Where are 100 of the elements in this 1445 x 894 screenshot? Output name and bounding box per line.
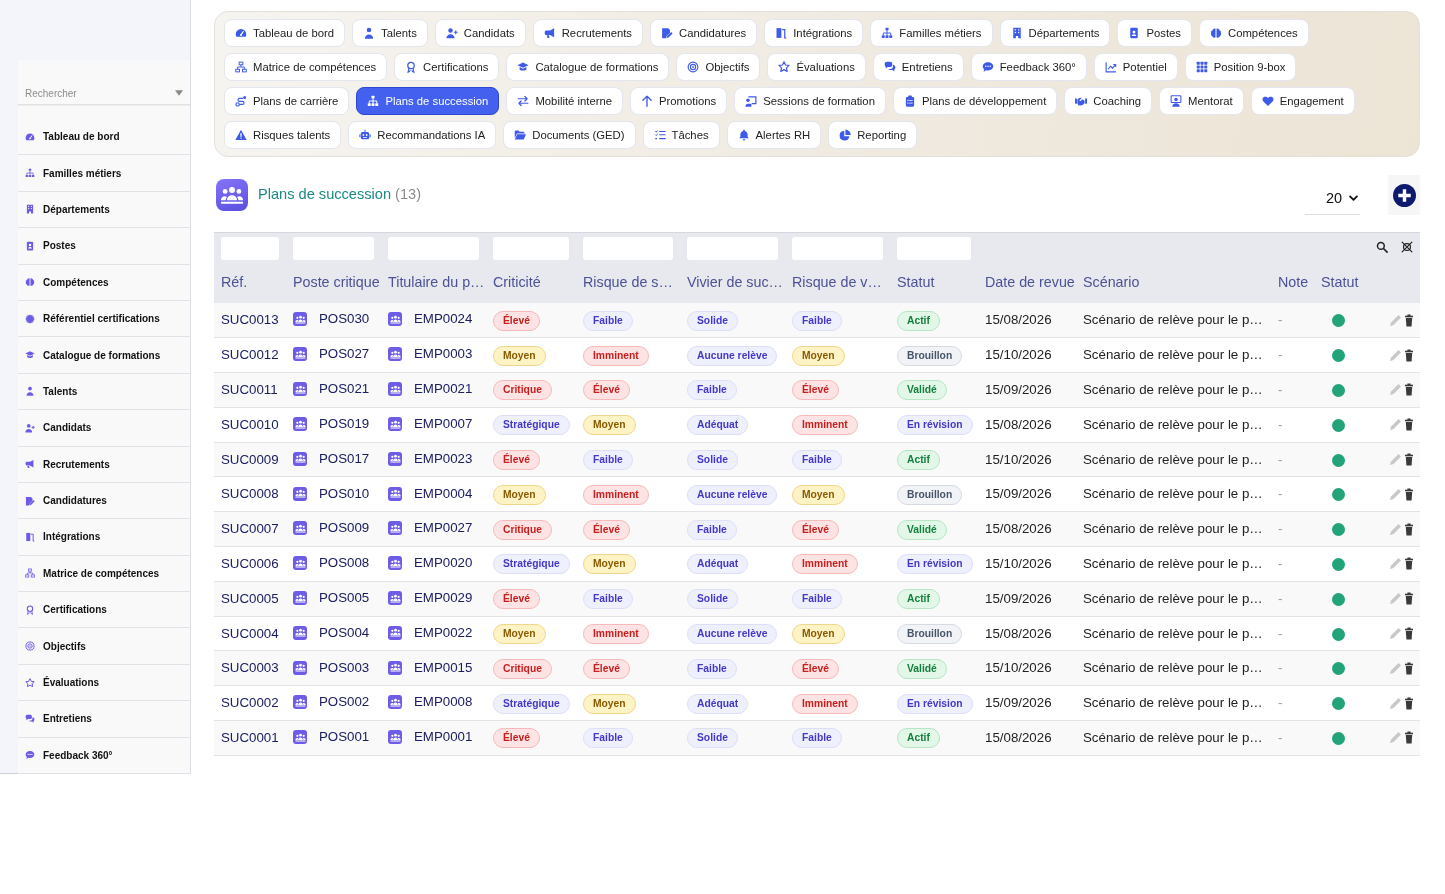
reference-link[interactable]: SUC0002 (221, 695, 279, 711)
holder-link[interactable]: EMP0024 (414, 309, 473, 330)
holder-link[interactable]: EMP0004 (414, 483, 473, 504)
module-tab[interactable]: Sessions de formation (734, 87, 886, 115)
module-tab[interactable]: Plans de développement (892, 87, 1058, 115)
trash-icon[interactable] (1405, 557, 1413, 571)
sidebar-item[interactable]: Départements (18, 191, 190, 229)
position-link[interactable]: POS009 (319, 518, 370, 539)
trash-icon[interactable] (1405, 313, 1413, 327)
holder-link[interactable]: EMP0029 (414, 588, 473, 608)
module-tab[interactable]: Matrice de compétences (224, 53, 388, 81)
trash-icon[interactable] (1405, 522, 1413, 536)
sidebar-item[interactable]: Évaluations (18, 664, 190, 702)
reference-link[interactable]: SUC0009 (221, 451, 279, 467)
sidebar-item[interactable]: Référentiel certifications (18, 300, 190, 338)
module-tab[interactable]: Feedback 360° (970, 53, 1087, 81)
holder-link[interactable]: EMP0001 (414, 727, 473, 748)
reference-link[interactable]: SUC0010 (221, 416, 279, 432)
sidebar-item[interactable]: Catalogue de formations (18, 337, 190, 374)
position-link[interactable]: POS002 (319, 692, 370, 713)
reference-link[interactable]: SUC0007 (221, 521, 279, 537)
module-tab[interactable]: Candidatures (650, 19, 758, 47)
reference-link[interactable]: SUC0001 (221, 730, 279, 745)
holder-link[interactable]: EMP0021 (414, 379, 473, 400)
holder-link[interactable]: EMP0022 (414, 622, 473, 643)
module-tab[interactable]: Candidats (434, 19, 526, 47)
holder-link[interactable]: EMP0027 (414, 518, 473, 539)
module-tab[interactable]: Tableau de bord (224, 19, 346, 47)
module-tab[interactable]: Coaching (1064, 87, 1153, 115)
module-tab[interactable]: Catalogue de formations (506, 53, 670, 81)
module-tab[interactable]: Position 9-box (1184, 53, 1297, 81)
trash-icon[interactable] (1405, 731, 1413, 745)
trash-icon[interactable] (1405, 418, 1413, 432)
sidebar-item[interactable]: Feedback 360° (18, 737, 190, 775)
module-tab[interactable]: Évaluations (767, 53, 866, 81)
search-field[interactable]: Rechercher (25, 86, 175, 100)
position-link[interactable]: POS004 (319, 622, 370, 643)
reference-link[interactable]: SUC0006 (221, 556, 279, 571)
module-tab[interactable]: Alertes RH (726, 121, 822, 149)
position-link[interactable]: POS008 (319, 553, 370, 574)
module-tab[interactable]: Risques talents (224, 121, 342, 149)
sidebar-item[interactable]: Postes (18, 228, 190, 265)
reference-link[interactable]: SUC0013 (221, 312, 279, 328)
sidebar-item[interactable]: Compétences (18, 264, 190, 301)
module-tab[interactable]: Reporting (828, 121, 918, 149)
module-tab[interactable]: Engagement (1250, 87, 1355, 115)
page-size-select[interactable]: 20 (1305, 183, 1360, 215)
holder-link[interactable]: EMP0020 (414, 553, 473, 574)
module-tab[interactable]: Documents (GED) (503, 121, 636, 149)
reference-link[interactable]: SUC0012 (221, 347, 279, 363)
module-tab[interactable]: Plans de carrière (224, 87, 350, 115)
trash-icon[interactable] (1405, 661, 1413, 675)
trash-icon[interactable] (1405, 592, 1413, 606)
module-tab[interactable]: Tâches (642, 121, 720, 149)
module-tab[interactable]: Compétences (1199, 19, 1309, 47)
caret-down-icon[interactable] (175, 90, 183, 96)
module-tab[interactable]: Recrutements (532, 19, 644, 47)
sidebar-item[interactable]: Candidats (18, 410, 190, 447)
module-tab[interactable]: Potentiel (1093, 53, 1178, 81)
trash-icon[interactable] (1405, 627, 1413, 641)
reference-link[interactable]: SUC0005 (221, 590, 279, 606)
module-tab[interactable]: Postes (1117, 19, 1192, 47)
reference-link[interactable]: SUC0003 (221, 660, 279, 676)
holder-link[interactable]: EMP0008 (414, 692, 473, 713)
sidebar-item[interactable]: Candidatures (18, 482, 190, 520)
add-button[interactable] (1388, 175, 1420, 215)
module-tab[interactable]: Certifications (394, 53, 500, 81)
reference-link[interactable]: SUC0008 (221, 486, 279, 502)
holder-link[interactable]: EMP0023 (414, 448, 473, 469)
sidebar-item[interactable]: Recrutements (18, 446, 190, 483)
trash-icon[interactable] (1405, 453, 1413, 467)
position-link[interactable]: POS003 (319, 657, 370, 678)
position-link[interactable]: POS019 (319, 414, 370, 434)
trash-icon[interactable] (1405, 696, 1413, 710)
position-link[interactable]: POS021 (319, 379, 370, 400)
trash-icon[interactable] (1405, 487, 1413, 501)
sidebar-item[interactable]: Matrice de compétences (18, 555, 190, 593)
reference-link[interactable]: SUC0004 (221, 625, 279, 641)
module-tab[interactable]: Objectifs (676, 53, 761, 81)
module-tab[interactable]: Familles métiers (870, 19, 993, 47)
position-link[interactable]: POS005 (319, 588, 370, 608)
reference-link[interactable]: SUC0011 (221, 382, 278, 397)
position-link[interactable]: POS027 (319, 344, 370, 365)
sidebar-item[interactable]: Familles métiers (18, 155, 190, 192)
sidebar-item[interactable]: Entretiens (18, 701, 190, 738)
trash-icon[interactable] (1405, 348, 1413, 362)
holder-link[interactable]: EMP0015 (414, 657, 473, 678)
module-tab[interactable]: Départements (999, 19, 1111, 47)
position-link[interactable]: POS001 (319, 727, 370, 748)
sidebar-item[interactable]: Tableau de bord (18, 119, 190, 156)
module-tab[interactable]: Mentorat (1159, 87, 1244, 115)
trash-icon[interactable] (1405, 383, 1413, 397)
position-link[interactable]: POS010 (319, 483, 370, 504)
search-icon[interactable] (1376, 241, 1388, 253)
holder-link[interactable]: EMP0003 (414, 344, 473, 365)
module-tab[interactable]: Plans de succession (356, 87, 500, 115)
position-link[interactable]: POS017 (319, 448, 370, 469)
module-tab[interactable]: Recommandations IA (348, 121, 497, 149)
sidebar-item[interactable]: Objectifs (18, 628, 190, 665)
module-tab[interactable]: Talents (352, 19, 428, 47)
